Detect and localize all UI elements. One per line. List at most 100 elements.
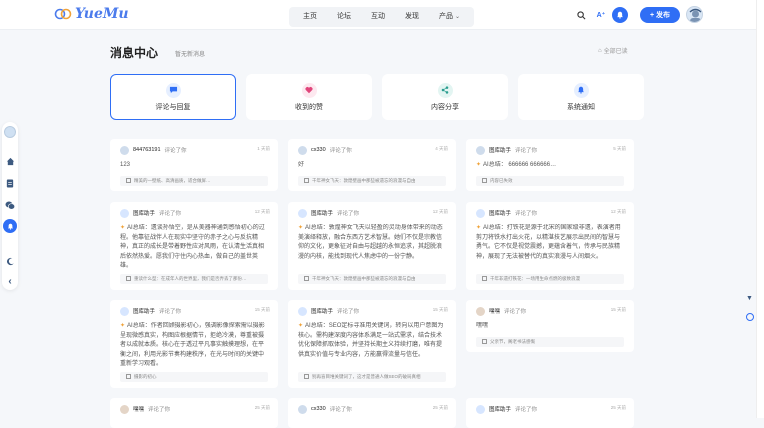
nav-item-interact[interactable]: 互动	[361, 7, 395, 27]
avatar	[298, 404, 307, 414]
message-card[interactable]: 嘿嘿 评论了你 15 天前 嘿嘿 父亲节，阁老书法感慨	[466, 300, 634, 352]
card-username[interactable]: 844763191	[133, 147, 161, 153]
card-username[interactable]: 图库助手	[133, 209, 155, 217]
message-card[interactable]: cx330 评论了你 25 天前	[288, 398, 456, 428]
floating-sidebar: ‹	[2, 122, 18, 290]
card-action: 评论了你	[148, 407, 171, 413]
nav-item-products[interactable]: 产品 ⌄	[429, 7, 470, 27]
card-quote[interactable]: 摄影的初心	[120, 372, 268, 382]
chat-icon[interactable]	[5, 200, 15, 210]
help-icon[interactable]	[746, 313, 754, 321]
card-timestamp: 4 天前	[435, 146, 448, 151]
card-username[interactable]: 图库助手	[489, 146, 511, 154]
sidebar-bell-button[interactable]	[3, 219, 17, 233]
ai-translate-button[interactable]: A⁺	[593, 7, 609, 23]
tab-system-notifications[interactable]: 系统通知	[518, 74, 644, 120]
message-card[interactable]: 图库助手 评论了你 15 天前 ✦ AI总结：SEO定标寻准用关键词，转向以用户意图…	[288, 300, 456, 388]
top-header: YueMu 主页 论坛 互动 发现 产品 ⌄ A⁺ + 发布	[0, 0, 764, 30]
card-quote[interactable]: 别再盲目堆关键词了，这才是普通人做SEO的破局真相	[298, 372, 446, 382]
heart-icon	[301, 82, 317, 98]
card-quote[interactable]: 父亲节，阁老书法感慨	[476, 337, 624, 347]
notification-button[interactable]	[612, 7, 628, 23]
chat-icon	[165, 82, 181, 98]
card-username[interactable]: cx330	[311, 147, 326, 153]
collapse-arrow-icon[interactable]: ‹	[5, 276, 15, 287]
message-tabs: 评论与回复 收到的赞 内容分享 系统通知	[110, 74, 644, 120]
mark-all-read-button[interactable]: ⌂ 全部已读	[598, 46, 628, 56]
card-quote[interactable]: 重读什么型：在成年人的世界里，我们是否弄丢了那份…	[120, 274, 268, 284]
user-avatar[interactable]	[686, 6, 703, 23]
card-text: ✦ AI总结：打铁花是源于北宋的国家级非遗，表演者用剪刀将铁水打出火花，以精湛技艺…	[476, 225, 621, 260]
home-icon[interactable]	[5, 156, 15, 166]
search-button[interactable]	[573, 7, 589, 23]
card-action: 评论了你	[515, 148, 538, 154]
document-icon[interactable]	[5, 178, 15, 188]
article-icon	[126, 276, 131, 281]
message-card[interactable]: 嘿嘿 评论了你 25 天前	[110, 398, 278, 428]
avatar	[476, 306, 485, 316]
card-timestamp: 12 天前	[432, 209, 448, 214]
message-card[interactable]: 图库助手 评论了你 5 天前 ✦ AI总结： 666666 666666… 内容已失…	[466, 139, 634, 191]
plus-icon: +	[649, 11, 655, 19]
tab-likes[interactable]: 收到的赞	[246, 74, 372, 120]
moon-icon[interactable]	[5, 256, 15, 266]
card-timestamp: 12 天前	[610, 209, 626, 214]
article-icon	[304, 178, 309, 183]
message-card[interactable]: cx330 评论了你 4 天前 好 千年神女飞天：敦煌壁画中那些被遗忘的浪漫与自由	[288, 139, 456, 191]
card-username[interactable]: 图库助手	[489, 405, 511, 413]
message-card[interactable]: 844763191 评论了你 1 天前 123 精美的一壁纸、高清画质，适合做屏…	[110, 139, 278, 191]
card-username[interactable]: 图库助手	[311, 209, 333, 217]
article-icon	[482, 178, 487, 183]
card-action: 评论了你	[329, 407, 352, 413]
share-icon	[437, 82, 453, 98]
publish-button[interactable]: + 发布	[640, 7, 680, 23]
message-card[interactable]: 图库助手 评论了你 25 天前	[466, 398, 634, 428]
card-quote[interactable]: 内容已失效	[476, 176, 624, 186]
message-card[interactable]: 图库助手 评论了你 12 天前 ✦ AI总结：打铁花是源于北宋的国家级非遗，表演者用…	[466, 202, 634, 290]
card-username[interactable]: 图库助手	[489, 209, 511, 217]
avatar-image	[689, 8, 702, 22]
card-action: 评论了你	[337, 309, 360, 315]
nav-item-home[interactable]: 主页	[293, 7, 327, 27]
card-username[interactable]: cx330	[311, 406, 326, 412]
card-quote[interactable]: 精美的一壁纸、高清画质，适合做屏…	[120, 176, 268, 186]
article-icon	[126, 178, 131, 183]
card-text: ✦ AI总结：敦煌神女飞天以轻盈的灵动身体带来的动态美演绎释放，融合东西方艺术智慧…	[298, 225, 443, 260]
sidebar-avatar[interactable]	[4, 126, 16, 138]
card-quote[interactable]: 千年神女飞天：敦煌壁画中那些被遗忘的浪漫与自由	[298, 274, 446, 284]
ai-spark-icon: ✦	[120, 225, 126, 231]
card-action: 评论了你	[164, 148, 187, 154]
tab-label: 系统通知	[567, 103, 595, 111]
card-timestamp: 25 天前	[254, 405, 270, 410]
scroll-down-icon[interactable]: ▼	[746, 295, 753, 302]
card-username[interactable]: 嘿嘿	[489, 307, 500, 315]
card-username[interactable]: 图库助手	[133, 307, 155, 315]
card-action: 评论了你	[504, 309, 527, 315]
tab-shares[interactable]: 内容分享	[382, 74, 508, 120]
card-timestamp: 12 天前	[254, 209, 270, 214]
ai-spark-icon: ✦	[298, 323, 304, 329]
card-quote[interactable]: 千年神女飞天：敦煌壁画中那些被遗忘的浪漫与自由	[298, 176, 446, 186]
card-username[interactable]: 图库助手	[311, 307, 333, 315]
card-timestamp: 15 天前	[254, 307, 270, 312]
card-username[interactable]: 嘿嘿	[133, 405, 144, 413]
page-scrollbar[interactable]	[756, 0, 764, 418]
chevron-down-icon: ⌄	[455, 14, 461, 20]
nav-products-label: 产品	[439, 13, 453, 20]
card-quote[interactable]: 千年非遗打铁花：一场用生命点燃的极致浪漫	[476, 274, 624, 284]
card-action: 评论了你	[159, 309, 182, 315]
card-action: 评论了你	[515, 407, 538, 413]
site-logo[interactable]: YueMu	[54, 6, 129, 22]
search-icon	[576, 10, 585, 19]
nav-item-forum[interactable]: 论坛	[327, 7, 361, 27]
avatar	[298, 306, 307, 316]
avatar	[476, 208, 485, 218]
ai-icon: A⁺	[596, 12, 606, 19]
tab-comments-replies[interactable]: 评论与回复	[110, 74, 236, 120]
message-card[interactable]: 图库助手 评论了你 12 天前 ✦ AI总结：遗谈孙悟空，是从美器神通到感悟初心的过…	[110, 202, 278, 290]
nav-item-discover[interactable]: 发现	[395, 7, 429, 27]
read-all-label: 全部已读	[603, 49, 628, 55]
message-card[interactable]: 图库助手 评论了你 15 天前 ✦ AI总结：作者回顾摄影初心，强调影像探索需以摄影…	[110, 300, 278, 388]
ai-spark-icon: ✦	[298, 225, 304, 231]
message-card[interactable]: 图库助手 评论了你 12 天前 ✦ AI总结：敦煌神女飞天以轻盈的灵动身体带来的动态…	[288, 202, 456, 290]
